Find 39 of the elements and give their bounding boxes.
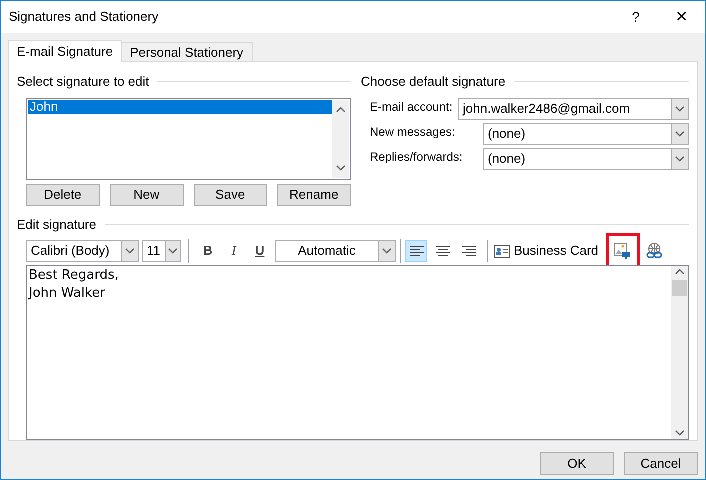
- picture-monitor-icon: [614, 242, 632, 260]
- dropdown-field[interactable]: john.walker2486@gmail.com: [458, 98, 689, 120]
- underline-button[interactable]: U: [249, 241, 271, 261]
- signature-text: Best Regards,: [29, 267, 120, 285]
- section-heading: Choose default signature: [361, 73, 506, 91]
- contact-card-icon: [494, 244, 510, 258]
- tab[interactable]: E-mail Signature: [8, 40, 122, 62]
- help-button[interactable]: ?: [613, 1, 659, 33]
- align-left-icon: [408, 243, 424, 259]
- bold-button[interactable]: B: [197, 241, 219, 261]
- action-button[interactable]: New: [110, 184, 184, 206]
- action-button[interactable]: Delete: [26, 184, 100, 206]
- signature-item[interactable]: John: [28, 100, 332, 114]
- action-button[interactable]: Save: [194, 184, 268, 206]
- business-card-button[interactable]: Business Card: [494, 240, 599, 262]
- dropdown-field[interactable]: (none): [483, 122, 689, 144]
- section-heading: Select signature to edit: [17, 73, 150, 91]
- dialog-button[interactable]: OK: [540, 452, 614, 475]
- italic-button[interactable]: I: [223, 241, 245, 261]
- font-dropdown[interactable]: Calibri (Body): [26, 240, 139, 262]
- dialog-button[interactable]: Cancel: [624, 452, 698, 475]
- tab[interactable]: Personal Stationery: [122, 42, 253, 61]
- signature-editor[interactable]: Best Regards, John Walker: [26, 265, 689, 440]
- signature-text: John Walker: [29, 285, 106, 303]
- field-label: New messages:: [370, 124, 456, 140]
- size-dropdown[interactable]: 11: [142, 240, 181, 262]
- action-button[interactable]: Rename: [277, 184, 351, 206]
- field-label: Replies/forwards:: [370, 148, 464, 166]
- align-right-icon: [460, 243, 476, 259]
- color-dropdown[interactable]: Automatic: [275, 240, 396, 262]
- align-center-icon: [434, 243, 450, 259]
- alignment-button[interactable]: [405, 240, 427, 262]
- dropdown-field[interactable]: (none): [483, 148, 689, 170]
- scrollbar-thumb[interactable]: [672, 280, 687, 296]
- section-heading: Edit signature: [17, 216, 96, 234]
- globe-link-icon: [646, 242, 664, 260]
- window-title: Signatures and Stationery: [8, 8, 160, 26]
- field-label: E-mail account:: [370, 98, 454, 116]
- close-button[interactable]: ×: [659, 1, 705, 33]
